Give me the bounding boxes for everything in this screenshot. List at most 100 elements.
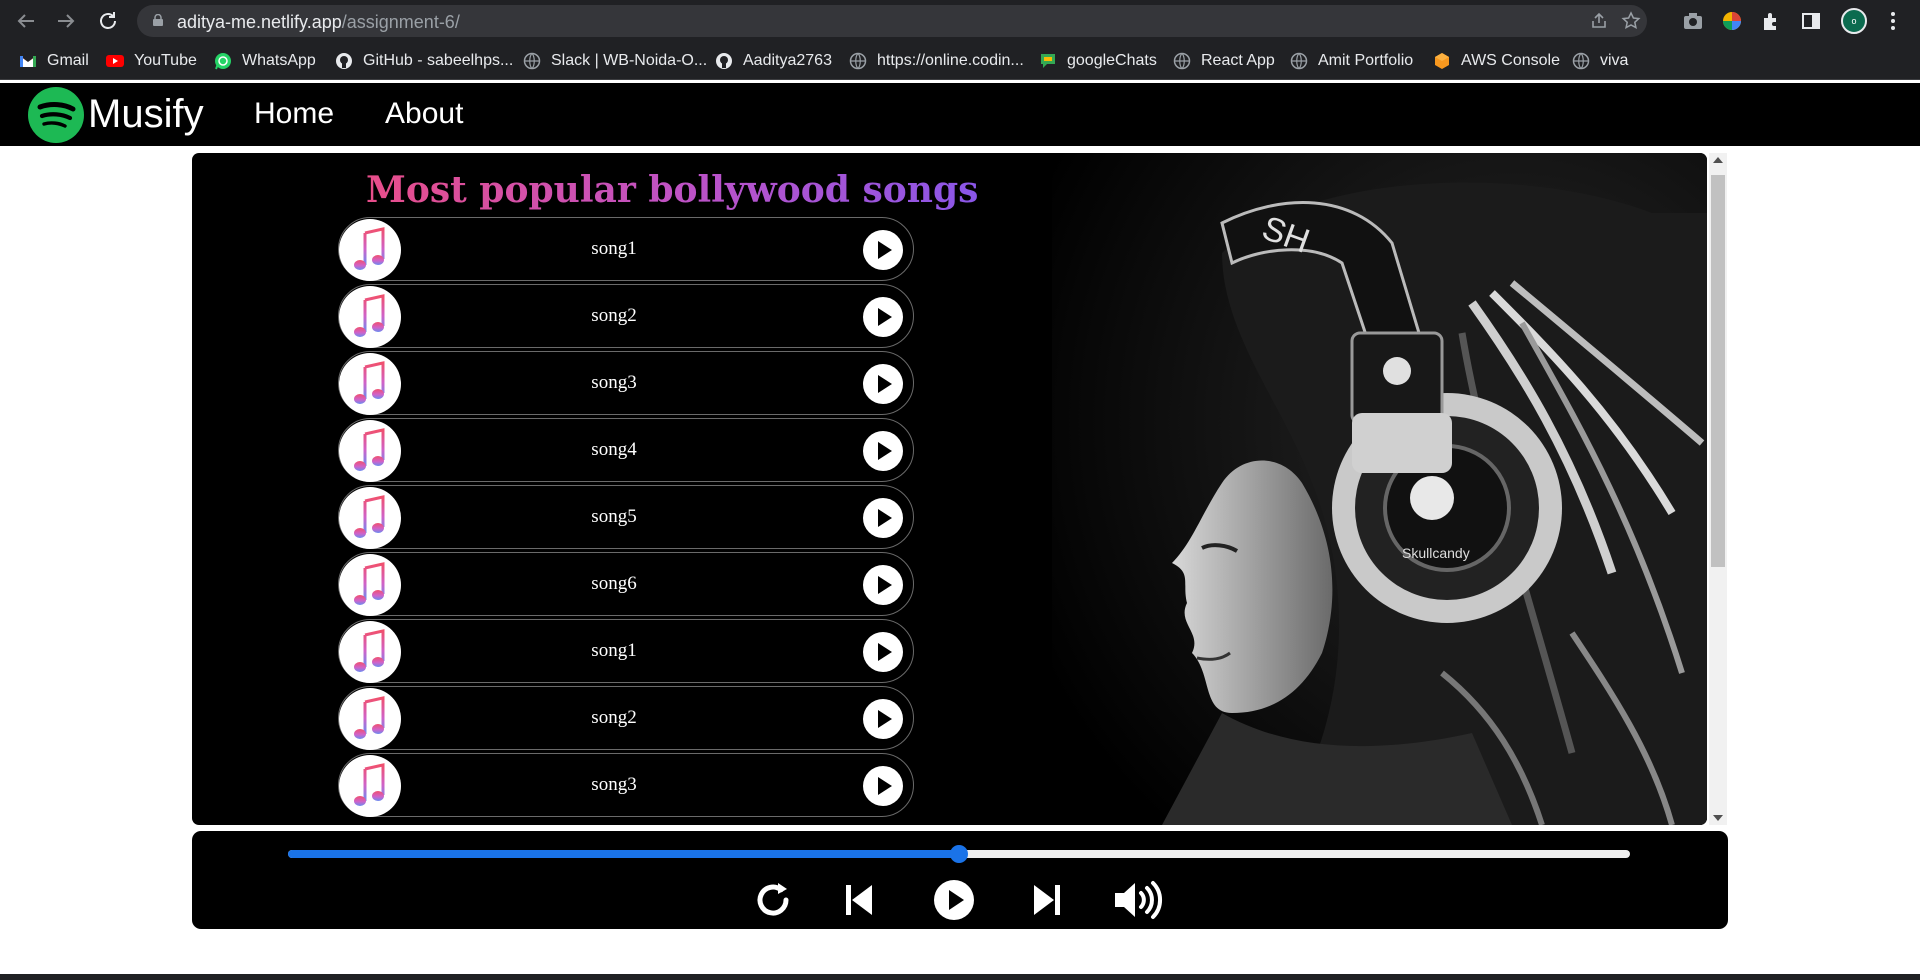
bookmark-label: GitHub - sabeelhps...: [363, 52, 514, 69]
song-row[interactable]: song4: [338, 418, 914, 482]
github-icon: [336, 53, 352, 69]
svg-text:Skullcandy: Skullcandy: [1402, 545, 1470, 561]
google-chat-icon: [1041, 54, 1055, 68]
gmail-icon: [20, 56, 36, 67]
extensions-puzzle-icon[interactable]: [1760, 10, 1782, 32]
play-icon[interactable]: [862, 430, 904, 472]
bookmark-whatsapp[interactable]: WhatsApp: [214, 50, 316, 72]
bookmark-star-icon[interactable]: [1621, 11, 1641, 31]
spotify-logo-icon[interactable]: [28, 87, 84, 143]
globe-icon: [523, 52, 541, 70]
music-note-icon: [339, 621, 401, 683]
play-icon[interactable]: [862, 296, 904, 338]
panel-scrollbar[interactable]: [1709, 153, 1727, 825]
song-row[interactable]: song5: [338, 485, 914, 549]
whatsapp-icon: [215, 53, 231, 70]
bookmark-label: https://online.codin...: [877, 52, 1024, 69]
bookmark-label: Amit Portfolio: [1318, 52, 1414, 69]
reload-icon[interactable]: [96, 9, 120, 33]
scroll-thumb[interactable]: [1711, 175, 1725, 567]
bookmarks-bar: Gmail YouTube WhatsApp GitHub - sabeelhp…: [0, 42, 1920, 80]
music-note-icon: [339, 219, 401, 281]
bookmark-label: Slack | WB-Noida-O...: [551, 52, 708, 69]
previous-icon[interactable]: [844, 879, 874, 921]
song-title: song5: [591, 506, 637, 527]
bookmark-aws-console[interactable]: AWS Console: [1433, 50, 1560, 72]
play-icon[interactable]: [862, 497, 904, 539]
github-icon: [716, 53, 732, 69]
scroll-down-arrow-icon[interactable]: [1713, 815, 1723, 821]
globe-icon: [1572, 52, 1590, 70]
bookmark-label: Aaditya2763: [743, 52, 832, 69]
browser-toolbar: aditya-me.netlify.app/assignment-6/ o: [0, 0, 1920, 42]
bookmark-amit-portfolio[interactable]: Amit Portfolio: [1290, 50, 1413, 72]
scroll-up-arrow-icon[interactable]: [1713, 157, 1723, 163]
page-bottom-edge: [0, 974, 1920, 980]
song-title: song1: [591, 238, 637, 259]
music-note-icon: [339, 554, 401, 616]
site-navbar: Musify Home About: [0, 83, 1920, 146]
progress-knob[interactable]: [950, 845, 968, 863]
bookmark-github-aaditya[interactable]: Aaditya2763: [715, 50, 832, 72]
progress-slider[interactable]: [288, 845, 1630, 863]
song-panel: SH Skullcandy Most popular bollywood son…: [192, 153, 1707, 825]
song-row[interactable]: song3: [338, 753, 914, 817]
side-panel-icon[interactable]: [1800, 10, 1822, 32]
song-title: song2: [591, 707, 637, 728]
playlist-heading: Most popular bollywood songs: [366, 169, 979, 211]
bookmark-viva[interactable]: viva: [1572, 50, 1628, 72]
song-row[interactable]: song3: [338, 351, 914, 415]
bookmark-label: AWS Console: [1461, 52, 1560, 69]
nav-home-link[interactable]: Home: [254, 97, 334, 131]
color-picker-extension-icon[interactable]: [1721, 10, 1743, 32]
bookmark-gmail[interactable]: Gmail: [19, 50, 89, 72]
music-note-icon: [339, 353, 401, 415]
play-icon[interactable]: [862, 698, 904, 740]
song-row[interactable]: song6: [338, 552, 914, 616]
camera-icon[interactable]: [1682, 10, 1704, 32]
globe-icon: [849, 52, 867, 70]
bookmark-youtube[interactable]: YouTube: [106, 50, 197, 72]
address-bar[interactable]: aditya-me.netlify.app/assignment-6/: [137, 5, 1647, 37]
volume-icon[interactable]: [1113, 879, 1165, 921]
bookmark-label: YouTube: [134, 52, 197, 69]
song-title: song2: [591, 305, 637, 326]
globe-icon: [1173, 52, 1191, 70]
song-title: song3: [591, 372, 637, 393]
bookmark-github-sabeel[interactable]: GitHub - sabeelhps...: [335, 50, 513, 72]
back-arrow-icon[interactable]: [14, 9, 38, 33]
next-icon[interactable]: [1032, 879, 1062, 921]
bookmark-label: WhatsApp: [242, 52, 316, 69]
progress-fill: [288, 850, 959, 858]
bookmark-label: Gmail: [47, 52, 89, 69]
play-icon[interactable]: [862, 631, 904, 673]
menu-kebab-icon[interactable]: [1882, 10, 1904, 32]
song-title: song4: [591, 439, 637, 460]
song-title: song6: [591, 573, 637, 594]
forward-arrow-icon[interactable]: [54, 9, 78, 33]
music-note-icon: [339, 755, 401, 817]
share-icon[interactable]: [1589, 11, 1609, 31]
play-icon[interactable]: [862, 363, 904, 405]
song-row[interactable]: song2: [338, 284, 914, 348]
bookmark-react-app[interactable]: React App: [1173, 50, 1275, 72]
bookmark-label: React App: [1201, 52, 1275, 69]
play-icon[interactable]: [933, 879, 975, 921]
song-title: song1: [591, 640, 637, 661]
play-icon[interactable]: [862, 564, 904, 606]
brand-name[interactable]: Musify: [88, 92, 204, 137]
profile-avatar[interactable]: o: [1841, 8, 1867, 34]
bookmark-online-coding[interactable]: https://online.codin...: [849, 50, 1024, 72]
play-icon[interactable]: [862, 229, 904, 271]
play-icon[interactable]: [862, 765, 904, 807]
song-row[interactable]: song1: [338, 217, 914, 281]
song-row[interactable]: song2: [338, 686, 914, 750]
replay-icon[interactable]: [752, 879, 794, 921]
nav-about-link[interactable]: About: [385, 97, 463, 131]
music-note-icon: [339, 688, 401, 750]
bookmark-label: googleChats: [1067, 52, 1157, 69]
bookmark-googlechats[interactable]: googleChats: [1039, 50, 1157, 72]
song-row[interactable]: song1: [338, 619, 914, 683]
music-note-icon: [339, 487, 401, 549]
bookmark-slack[interactable]: Slack | WB-Noida-O...: [523, 50, 707, 72]
